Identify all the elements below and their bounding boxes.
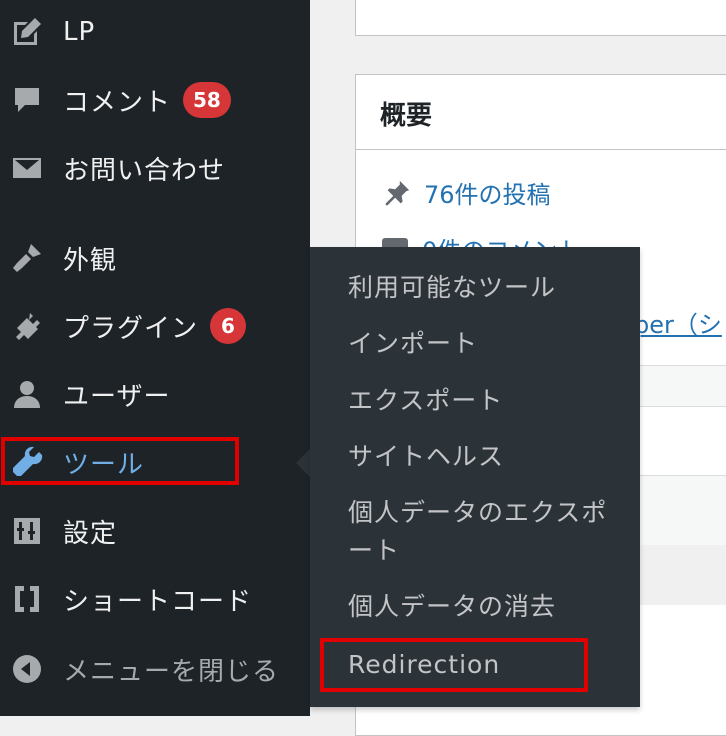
sidebar-item-label: プラグイン <box>63 313 199 344</box>
sidebar-item-shortcode[interactable]: ショートコード <box>0 571 310 627</box>
sidebar-item-label: ショートコード <box>63 586 253 617</box>
posts-count-label: 76件の投稿 <box>424 181 551 209</box>
sidebar-item-lp[interactable]: LP <box>0 4 310 60</box>
submenu-pointer-arrow <box>296 449 310 477</box>
sidebar-item-label: コメント <box>63 87 172 118</box>
pin-icon <box>385 180 410 205</box>
plugins-update-badge: 6 <box>210 308 247 344</box>
edit-page-icon <box>9 14 45 50</box>
sidebar-item-settings[interactable]: 設定 <box>0 503 310 559</box>
paintbrush-icon <box>9 240 45 276</box>
sidebar-item-plugins[interactable]: プラグイン 6 <box>0 298 310 354</box>
sidebar-item-label: 設定 <box>63 518 118 549</box>
user-icon <box>9 376 45 412</box>
panel-divider <box>356 149 726 150</box>
submenu-item-import[interactable]: インポート <box>348 325 628 363</box>
collapse-menu-button[interactable]: メニューを閉じる <box>0 641 310 697</box>
sidebar-item-label: 外観 <box>63 245 118 276</box>
comment-bubble-icon <box>9 82 45 118</box>
shortcode-brackets-icon <box>9 581 45 617</box>
sidebar-item-label: メニューを閉じる <box>63 656 280 687</box>
top-panel <box>355 0 726 36</box>
panel-title: 概要 <box>380 101 433 131</box>
collapse-arrow-icon <box>9 651 45 687</box>
admin-sidebar: LP コメント 58 お問い合わせ 外観 プラグイン 6 ユーザー ツール 設定… <box>0 0 310 716</box>
sidebar-item-label: お問い合わせ <box>63 155 226 186</box>
sidebar-item-label: ユーザー <box>63 381 171 412</box>
submenu-item-site-health[interactable]: サイトヘルス <box>348 438 628 476</box>
sidebar-item-comments[interactable]: コメント 58 <box>0 72 310 128</box>
redirection-highlight-box <box>320 638 588 692</box>
settings-sliders-icon <box>9 513 45 549</box>
submenu-item-erase-personal-data[interactable]: 個人データの消去 <box>348 588 628 626</box>
sidebar-item-appearance[interactable]: 外観 <box>0 230 310 286</box>
plug-icon <box>9 308 45 344</box>
theme-link-partial[interactable]: per（シ <box>634 305 722 340</box>
tools-highlight-box <box>1 437 239 485</box>
comments-count-badge: 58 <box>183 82 231 118</box>
envelope-icon <box>9 150 45 186</box>
sidebar-item-contact[interactable]: お問い合わせ <box>0 140 310 196</box>
submenu-item-available-tools[interactable]: 利用可能なツール <box>348 269 628 307</box>
posts-count-link[interactable]: 76件の投稿 <box>382 175 551 210</box>
sidebar-item-users[interactable]: ユーザー <box>0 366 310 422</box>
sidebar-item-label: LP <box>63 17 96 47</box>
submenu-item-export[interactable]: エクスポート <box>348 382 628 420</box>
submenu-item-export-personal-data[interactable]: 個人データのエクスポート <box>348 494 628 570</box>
